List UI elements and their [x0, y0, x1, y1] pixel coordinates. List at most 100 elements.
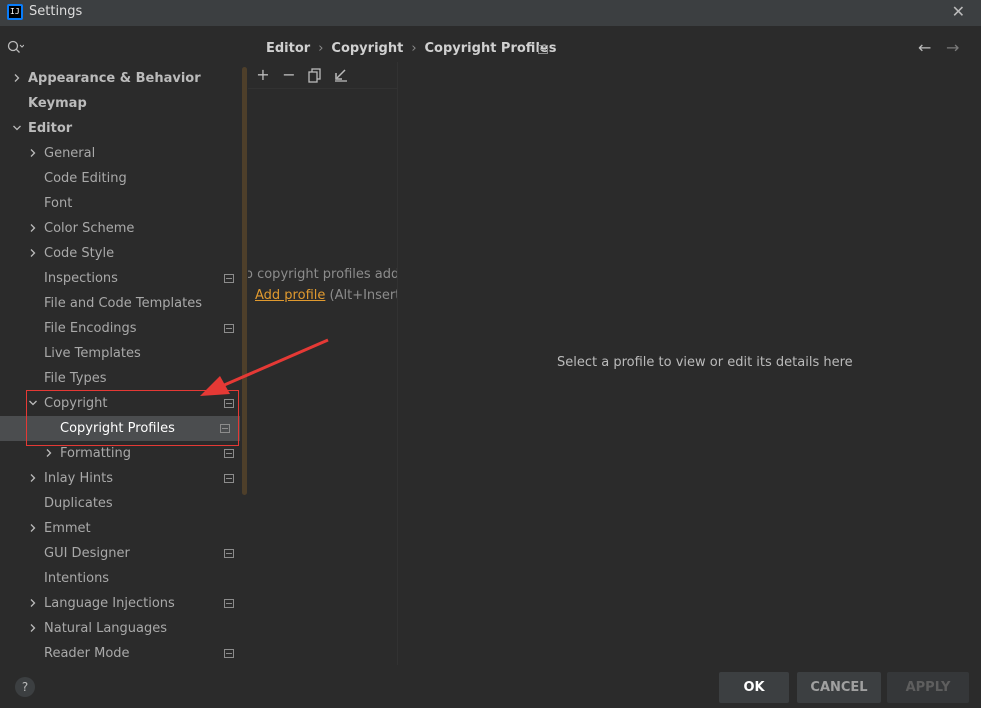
project-scope-icon: [224, 324, 234, 333]
sidebar-item-emmet[interactable]: Emmet: [0, 516, 244, 541]
sidebar-item-general[interactable]: General: [0, 141, 244, 166]
chevron-right-icon[interactable]: [13, 74, 21, 82]
sidebar-item-editor[interactable]: Editor: [0, 116, 244, 141]
chevron-right-icon[interactable]: [45, 449, 53, 457]
cancel-button[interactable]: CANCEL: [797, 672, 881, 703]
chevron-right-icon[interactable]: [29, 249, 37, 257]
sidebar-item-label: Duplicates: [44, 496, 113, 511]
sidebar-item-label: Copyright: [44, 396, 108, 411]
profiles-list-panel: + − o copyright profiles adde Add profil…: [248, 62, 398, 665]
project-scope-icon: [224, 449, 234, 458]
empty-profiles-text: o copyright profiles adde: [248, 267, 398, 282]
project-scope-icon: [224, 649, 234, 658]
chevron-right-icon[interactable]: [29, 224, 37, 232]
details-empty-text: Select a profile to view or edit its det…: [557, 355, 853, 370]
sidebar-item-label: Code Editing: [44, 171, 127, 186]
sidebar-item-file-types[interactable]: File Types: [0, 366, 244, 391]
intellij-icon: IJ: [7, 4, 23, 20]
sidebar-scrollbar[interactable]: [242, 67, 247, 495]
sidebar-item-label: Color Scheme: [44, 221, 135, 236]
apply-button[interactable]: APPLY: [887, 672, 969, 703]
chevron-right-icon[interactable]: [29, 474, 37, 482]
sidebar-item-label: File Types: [44, 371, 107, 386]
sidebar-item-label: Inlay Hints: [44, 471, 113, 486]
sidebar-item-copyright[interactable]: Copyright: [0, 391, 244, 416]
sidebar-item-file-and-code-templates[interactable]: File and Code Templates: [0, 291, 244, 316]
sidebar-item-label: Editor: [28, 121, 73, 136]
sidebar-item-label: GUI Designer: [44, 546, 130, 561]
sidebar-item-appearance-and-behavior[interactable]: Appearance & Behavior: [0, 66, 244, 91]
sidebar-item-code-style[interactable]: Code Style: [0, 241, 244, 266]
sidebar-item-label: Language Injections: [44, 596, 175, 611]
arrow-right-icon[interactable]: →: [946, 38, 959, 57]
sidebar-item-live-templates[interactable]: Live Templates: [0, 341, 244, 366]
chevron-right-icon[interactable]: [29, 624, 37, 632]
ok-button[interactable]: OK: [719, 672, 789, 703]
project-scope-icon: [224, 549, 234, 558]
sidebar-item-gui-designer[interactable]: GUI Designer: [0, 541, 244, 566]
search-bar[interactable]: [6, 37, 236, 59]
chevron-down-icon[interactable]: [13, 124, 21, 132]
breadcrumb-separator: ›: [411, 41, 417, 56]
help-icon[interactable]: ?: [15, 677, 35, 697]
sidebar-item-font[interactable]: Font: [0, 191, 244, 216]
sidebar-item-label: Code Style: [44, 246, 115, 261]
sidebar-item-label: Emmet: [44, 521, 91, 536]
chevron-right-icon[interactable]: [29, 524, 37, 532]
close-icon[interactable]: ✕: [952, 3, 965, 21]
import-icon[interactable]: [331, 65, 351, 85]
add-profile-row: Add profile (Alt+Insert): [255, 288, 398, 303]
add-profile-link[interactable]: Add profile: [255, 288, 325, 303]
profiles-toolbar: + −: [248, 62, 397, 89]
sidebar-item-label: General: [44, 146, 96, 161]
sidebar-item-color-scheme[interactable]: Color Scheme: [0, 216, 244, 241]
sidebar-item-label: Keymap: [28, 96, 87, 111]
search-input[interactable]: [30, 37, 234, 59]
sidebar-item-formatting[interactable]: Formatting: [0, 441, 244, 466]
sidebar-item-label: Live Templates: [44, 346, 141, 361]
breadcrumb-item-editor[interactable]: Editor: [266, 41, 310, 56]
sidebar-item-label: Copyright Profiles: [60, 421, 175, 436]
breadcrumb-item-copyright-profiles: Copyright Profiles: [424, 41, 557, 56]
sidebar-item-intentions[interactable]: Intentions: [0, 566, 244, 591]
project-scope-icon: [224, 399, 234, 408]
search-icon: [7, 40, 24, 53]
breadcrumb: Editor › Copyright › Copyright Profiles: [266, 41, 556, 59]
arrow-left-icon[interactable]: ←: [918, 38, 931, 57]
chevron-right-icon[interactable]: [29, 599, 37, 607]
sidebar-item-label: File Encodings: [44, 321, 137, 336]
project-scope-icon: [224, 474, 234, 483]
sidebar-item-duplicates[interactable]: Duplicates: [0, 491, 244, 516]
add-profile-shortcut: (Alt+Insert): [329, 288, 398, 303]
chevron-right-icon[interactable]: [29, 149, 37, 157]
add-icon[interactable]: +: [253, 65, 273, 85]
sidebar-item-label: Intentions: [44, 571, 110, 586]
sidebar-item-label: File and Code Templates: [44, 296, 202, 311]
settings-sidebar: Appearance & Behavior Keymap Editor General…: [0, 27, 248, 665]
sidebar-item-file-encodings[interactable]: File Encodings: [0, 316, 244, 341]
sidebar-item-natural-languages[interactable]: Natural Languages: [0, 616, 244, 641]
chevron-down-icon[interactable]: [29, 399, 37, 407]
sidebar-item-label: Inspections: [44, 271, 118, 286]
sidebar-item-reader-mode[interactable]: Reader Mode: [0, 641, 244, 666]
sidebar-item-label: Formatting: [60, 446, 132, 461]
project-scope-icon: [224, 274, 234, 283]
title-bar: IJ Settings ✕: [0, 0, 981, 27]
sidebar-item-label: Reader Mode: [44, 646, 130, 661]
sidebar-item-label: Appearance & Behavior: [28, 71, 201, 86]
breadcrumb-item-copyright[interactable]: Copyright: [331, 41, 403, 56]
project-scope-icon: [220, 424, 230, 433]
sidebar-item-label: Natural Languages: [44, 621, 168, 636]
sidebar-item-keymap[interactable]: Keymap: [0, 91, 244, 116]
project-scope-icon: [538, 45, 548, 54]
remove-icon[interactable]: −: [279, 65, 299, 85]
window-title: Settings: [29, 4, 83, 19]
project-scope-icon: [224, 599, 234, 608]
sidebar-item-inlay-hints[interactable]: Inlay Hints: [0, 466, 244, 491]
copy-icon[interactable]: [305, 65, 325, 85]
sidebar-item-inspections[interactable]: Inspections: [0, 266, 244, 291]
sidebar-item-code-editing[interactable]: Code Editing: [0, 166, 244, 191]
sidebar-item-copyright-profiles[interactable]: Copyright Profiles: [0, 416, 240, 441]
sidebar-item-language-injections[interactable]: Language Injections: [0, 591, 244, 616]
dialog-footer: ? OK CANCEL APPLY: [0, 665, 981, 708]
